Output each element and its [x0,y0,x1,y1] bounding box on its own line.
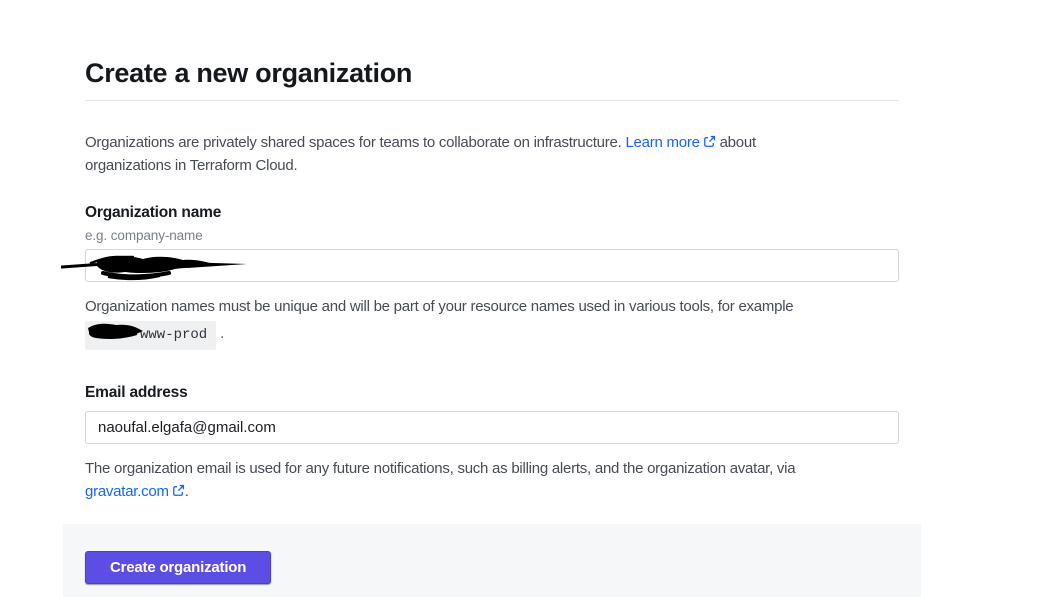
gravatar-link[interactable]: gravatar.com [85,483,185,500]
learn-more-label: Learn more [625,134,699,151]
org-name-hint: e.g. company-name [85,228,899,243]
page-title: Create a new organization [85,0,899,89]
org-name-help: Organization names must be unique and wi… [85,295,899,350]
form-content: Create a new organization Organizations … [85,0,899,503]
intro-text-line2: organizations in Terraform Cloud. [85,157,297,174]
example-code-text: www-prod [140,327,207,343]
example-code-line: www-prod . [85,321,224,350]
external-link-icon [703,135,716,148]
email-input-wrap [85,411,899,444]
org-name-input[interactable] [85,249,899,282]
org-name-help-text: Organization names must be unique and wi… [85,298,793,315]
org-name-help-suffix: . [216,325,224,342]
email-help-suffix: . [185,483,189,500]
gravatar-link-label: gravatar.com [85,483,169,500]
email-help-text: The organization email is used for any f… [85,460,795,477]
email-field: Email address The organization email is … [85,384,899,503]
intro-text-after: about [716,134,756,151]
intro-paragraph: Organizations are privately shared space… [85,131,899,177]
example-code-chip: www-prod [85,321,216,350]
org-name-label: Organization name [85,204,899,222]
intro-text-before: Organizations are privately shared space… [85,134,625,151]
learn-more-link[interactable]: Learn more [625,134,715,151]
redaction-scribble-small [86,321,144,343]
org-name-input-wrap [85,249,899,282]
org-name-field: Organization name e.g. company-name Orga… [85,204,899,350]
external-link-icon [172,484,185,497]
create-organization-button[interactable]: Create organization [85,551,271,584]
email-label: Email address [85,384,899,402]
form-footer: Create organization [63,524,921,597]
email-help: The organization email is used for any f… [85,457,899,503]
title-divider [85,100,899,101]
create-organization-page: Create a new organization Organizations … [0,0,1038,597]
email-input[interactable] [85,411,899,444]
